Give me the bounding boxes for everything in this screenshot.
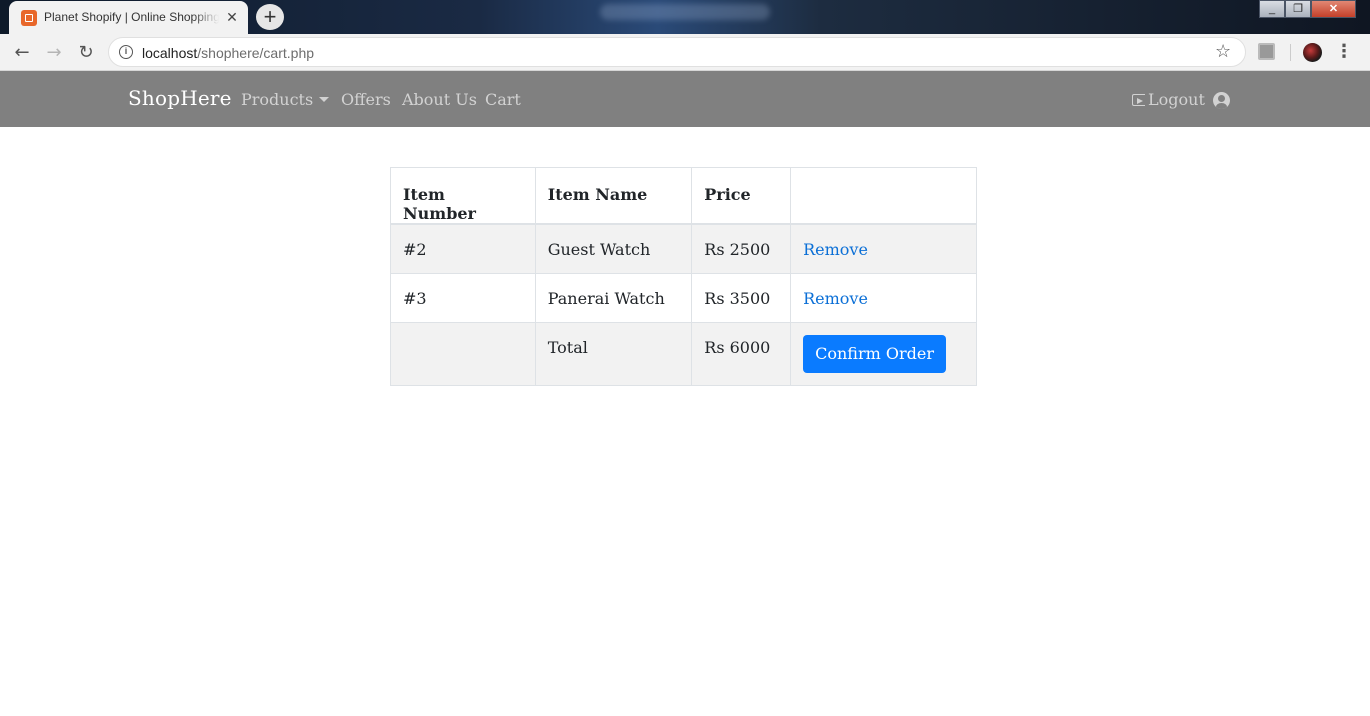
site-navbar: ShopHere Products Offers About Us Cart L… — [0, 71, 1370, 127]
profile-avatar-icon[interactable] — [1303, 43, 1322, 62]
confirm-order-button[interactable]: Confirm Order — [803, 334, 946, 373]
xampp-favicon-icon — [21, 10, 37, 26]
tab-close-icon[interactable]: ✕ — [224, 8, 240, 26]
table-row: #3 Panerai Watch Rs 3500 Remove — [390, 272, 977, 323]
total-row: Total Rs 6000 Confirm Order — [390, 321, 977, 386]
confirm-cell: Confirm Order — [790, 321, 977, 386]
nav-products-dropdown[interactable]: Products — [241, 90, 330, 109]
restore-button[interactable]: ❐ — [1285, 0, 1311, 18]
browser-toolbar: ← → ↻ i localhost/shophere/cart.php ☆ ⋮ — [0, 34, 1370, 71]
header-item-name: Item Name — [534, 167, 693, 225]
window-title-blur — [600, 4, 770, 20]
nav-about-us[interactable]: About Us — [402, 90, 477, 109]
logout-label: Logout — [1148, 90, 1205, 109]
cart-table: Item Number Item Name Price #2 Guest Wat… — [390, 167, 977, 386]
logout-link[interactable]: Logout — [1132, 90, 1205, 109]
remove-link[interactable]: Remove — [803, 240, 868, 259]
action-cell: Remove — [790, 223, 977, 274]
forward-arrow-icon[interactable]: → — [42, 41, 66, 65]
action-cell: Remove — [790, 272, 977, 323]
sign-out-icon — [1132, 94, 1145, 106]
total-value: Rs 6000 — [691, 321, 792, 386]
url-path: /shophere/cart.php — [197, 45, 315, 61]
item-price-cell: Rs 2500 — [691, 223, 792, 274]
browser-tab[interactable]: Planet Shopify | Online Shopping ✕ — [9, 1, 248, 34]
total-label: Total — [534, 321, 693, 386]
item-number-cell: #2 — [390, 223, 536, 274]
bookmark-star-icon[interactable]: ☆ — [1215, 41, 1231, 63]
table-header-row: Item Number Item Name Price — [390, 167, 977, 225]
extension-icon[interactable] — [1258, 43, 1275, 60]
item-name-cell: Panerai Watch — [534, 272, 693, 323]
address-bar[interactable]: i localhost/shophere/cart.php ☆ — [108, 37, 1246, 67]
window-controls: _ ❐ ✕ — [1259, 0, 1356, 19]
nav-cart[interactable]: Cart — [485, 90, 521, 109]
browser-menu-icon[interactable]: ⋮ — [1335, 40, 1353, 66]
browser-titlebar: Planet Shopify | Online Shopping ✕ + _ ❐… — [0, 0, 1370, 34]
reload-icon[interactable]: ↻ — [74, 41, 98, 65]
url-text[interactable]: localhost/shophere/cart.php — [142, 45, 314, 61]
back-arrow-icon[interactable]: ← — [10, 41, 34, 65]
user-circle-icon[interactable] — [1213, 92, 1230, 109]
tab-title: Planet Shopify | Online Shopping — [44, 10, 219, 24]
nav-offers[interactable]: Offers — [341, 90, 391, 109]
remove-link[interactable]: Remove — [803, 289, 868, 308]
nav-products-label: Products — [241, 90, 314, 109]
header-action — [790, 167, 977, 225]
item-price-cell: Rs 3500 — [691, 272, 792, 323]
header-item-number: Item Number — [390, 167, 536, 225]
brand-logo[interactable]: ShopHere — [128, 86, 232, 110]
table-row: #2 Guest Watch Rs 2500 Remove — [390, 223, 977, 274]
empty-cell — [390, 321, 536, 386]
item-name-cell: Guest Watch — [534, 223, 693, 274]
caret-down-icon — [319, 97, 330, 102]
close-window-button[interactable]: ✕ — [1311, 0, 1356, 18]
minimize-button[interactable]: _ — [1259, 0, 1285, 18]
url-host: localhost — [142, 45, 198, 61]
item-number-cell: #3 — [390, 272, 536, 323]
header-price: Price — [691, 167, 792, 225]
toolbar-divider — [1290, 44, 1291, 61]
new-tab-button[interactable]: + — [256, 4, 284, 30]
site-info-icon[interactable]: i — [119, 45, 133, 59]
